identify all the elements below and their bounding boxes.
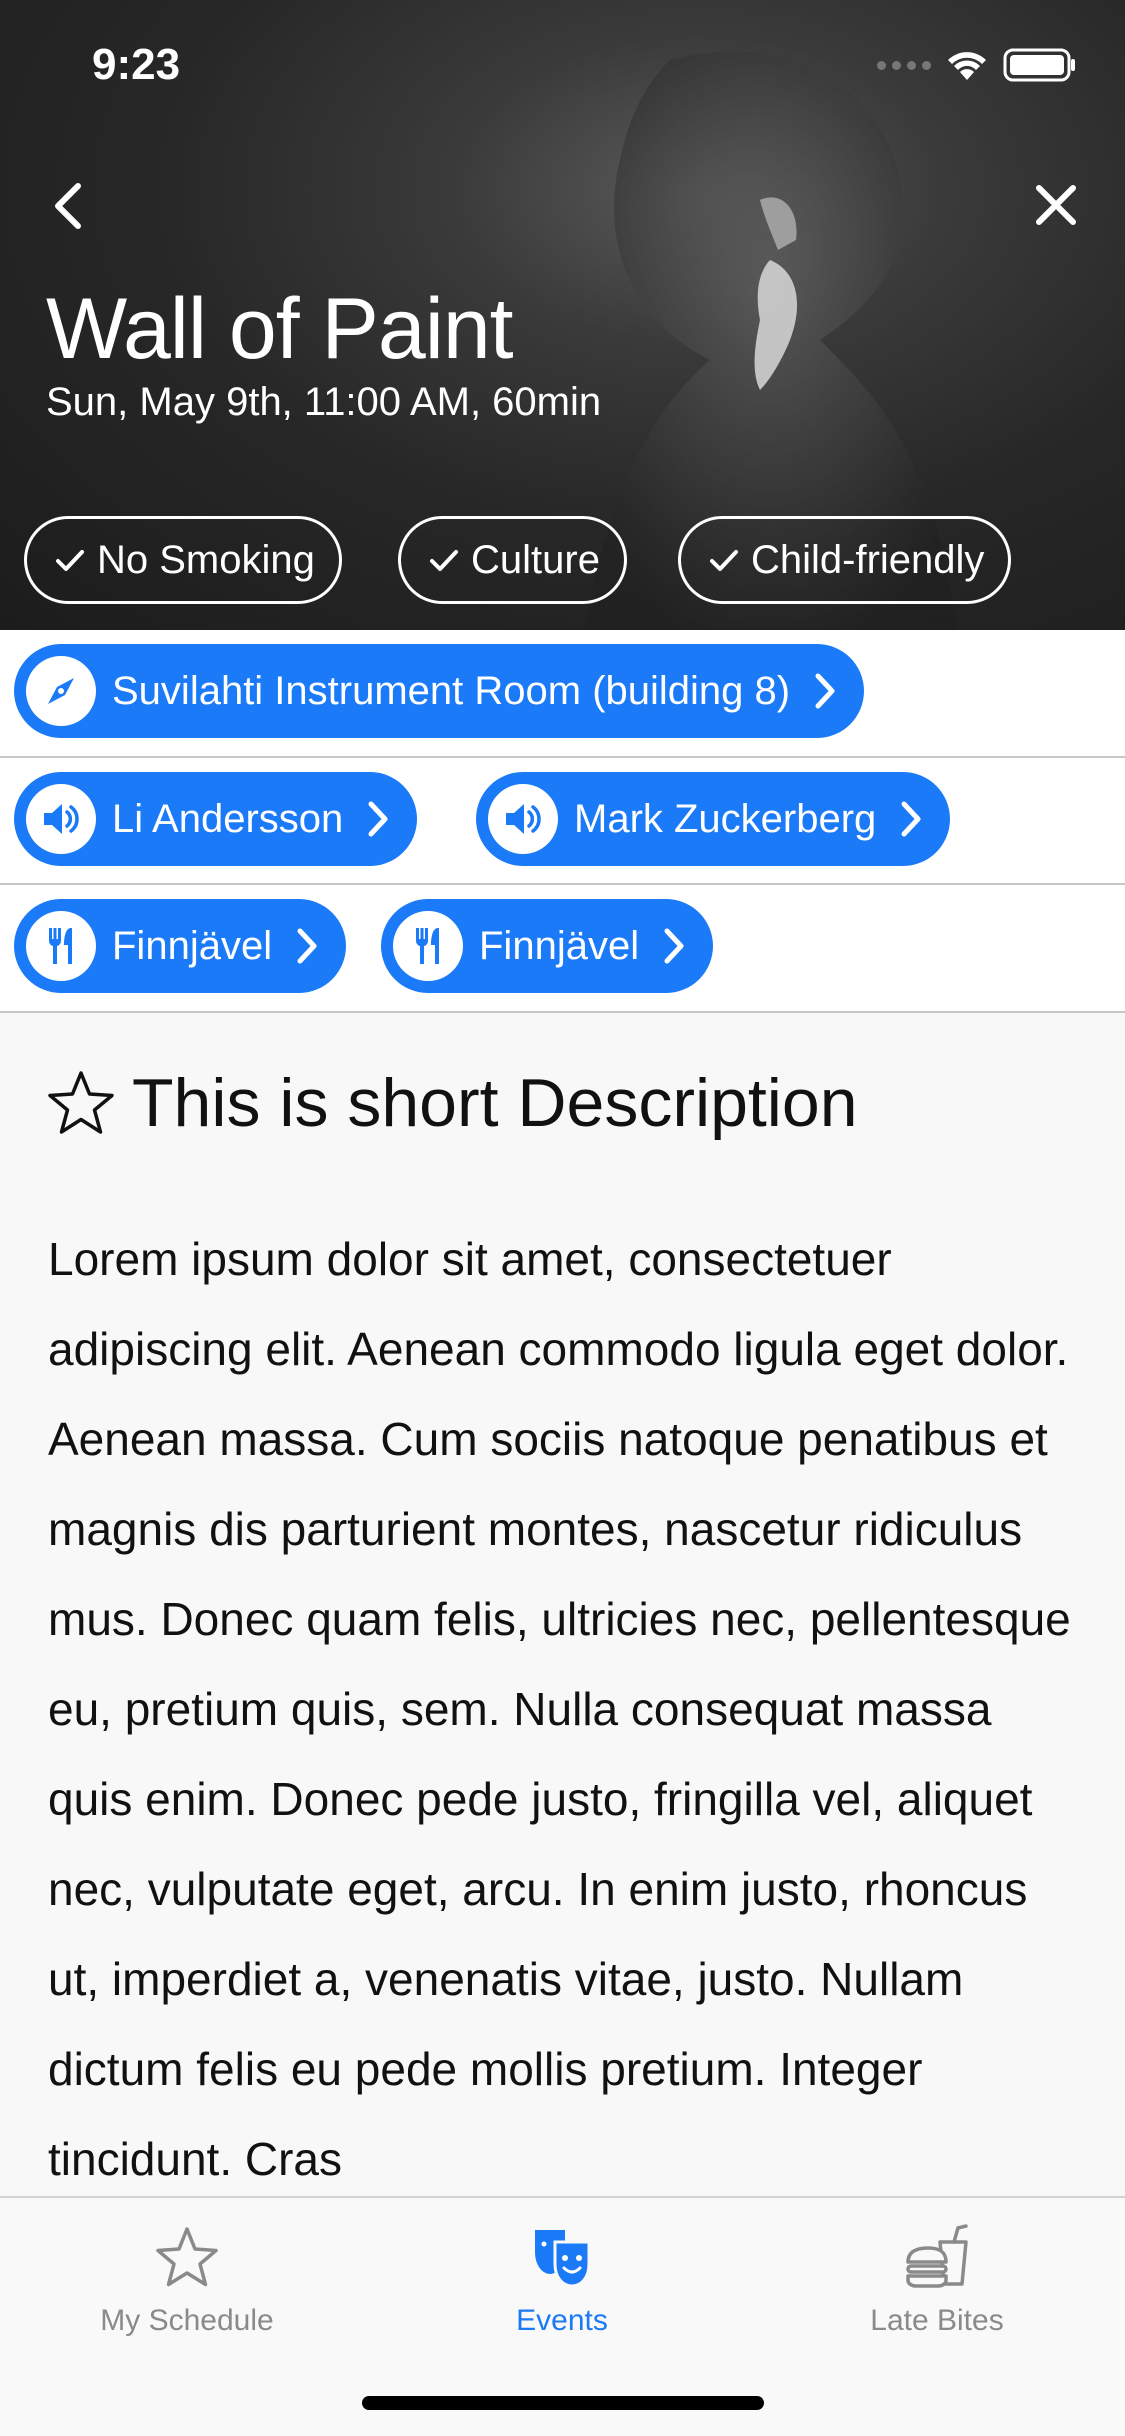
speaker-icon — [488, 784, 558, 854]
tag-child-friendly: Child-friendly — [678, 516, 1012, 604]
tag-no-smoking: No Smoking — [24, 516, 342, 604]
tab-label: My Schedule — [100, 2304, 274, 2337]
food-row: Finnjävel Finnjävel — [0, 885, 1125, 1013]
checkmark-icon — [430, 550, 458, 571]
description-body: Lorem ipsum dolor sit amet, consectetuer… — [48, 1233, 1071, 2185]
food-chip[interactable]: Finnjävel — [381, 899, 714, 993]
chevron-right-icon — [368, 801, 388, 837]
performer-label: Mark Zuckerberg — [574, 796, 877, 841]
status-bar-time: 9:23 — [92, 40, 181, 89]
event-datetime: Sun, May 9th, 11:00 AM, 60min — [46, 380, 602, 424]
theater-masks-icon — [535, 2230, 591, 2288]
chevron-right-icon — [664, 928, 684, 964]
performer-label: Li Andersson — [112, 796, 344, 841]
tab-label: Late Bites — [870, 2304, 1004, 2337]
chevron-right-icon — [901, 801, 921, 837]
location-label: Suvilahti Instrument Room (building 8) — [112, 668, 791, 713]
event-header: 9:23 Wall of Paint Sun, May 9th, 11:00 A… — [0, 0, 1125, 630]
performer-chip[interactable]: Mark Zuckerberg — [476, 772, 951, 866]
location-chip[interactable]: Suvilahti Instrument Room (building 8) — [14, 644, 865, 738]
star-outline-icon[interactable] — [46, 1068, 116, 1138]
tag-label: Culture — [471, 537, 600, 582]
location-row: Suvilahti Instrument Room (building 8) — [0, 630, 1125, 758]
tag-label: Child-friendly — [751, 537, 985, 582]
home-indicator — [362, 2396, 764, 2410]
chevron-right-icon — [815, 673, 835, 709]
speaker-icon — [26, 784, 96, 854]
compass-icon — [26, 656, 96, 726]
description-title-text: This is short Description — [132, 1065, 858, 1141]
description-title: This is short Description — [46, 1064, 858, 1142]
food-label: Finnjävel — [112, 923, 273, 968]
tab-events[interactable]: Events — [412, 2222, 712, 2338]
tag-label: No Smoking — [97, 537, 315, 582]
chevron-right-icon — [297, 928, 317, 964]
checkmark-icon — [710, 550, 738, 571]
star-icon — [156, 2227, 218, 2287]
performers-row: Li Andersson Mark Zuckerberg — [0, 758, 1125, 885]
tag-culture: Culture — [398, 516, 627, 604]
tab-my-schedule[interactable]: My Schedule — [37, 2222, 337, 2338]
status-bar-indicators — [877, 48, 1077, 82]
event-title: Wall of Paint — [46, 281, 514, 377]
burger-drink-icon — [906, 2224, 968, 2288]
food-label: Finnjävel — [479, 923, 640, 968]
close-button[interactable] — [1031, 180, 1081, 230]
tab-late-bites[interactable]: Late Bites — [787, 2222, 1087, 2338]
tab-label: Events — [516, 2304, 608, 2337]
back-button[interactable] — [44, 178, 92, 234]
fork-knife-icon — [26, 911, 96, 981]
performer-chip[interactable]: Li Andersson — [14, 772, 418, 866]
battery-icon — [1003, 48, 1075, 82]
checkmark-icon — [56, 550, 84, 571]
wifi-icon — [948, 52, 986, 80]
cellular-signal-icon — [877, 60, 931, 70]
fork-knife-icon — [393, 911, 463, 981]
food-chip[interactable]: Finnjävel — [14, 899, 347, 993]
